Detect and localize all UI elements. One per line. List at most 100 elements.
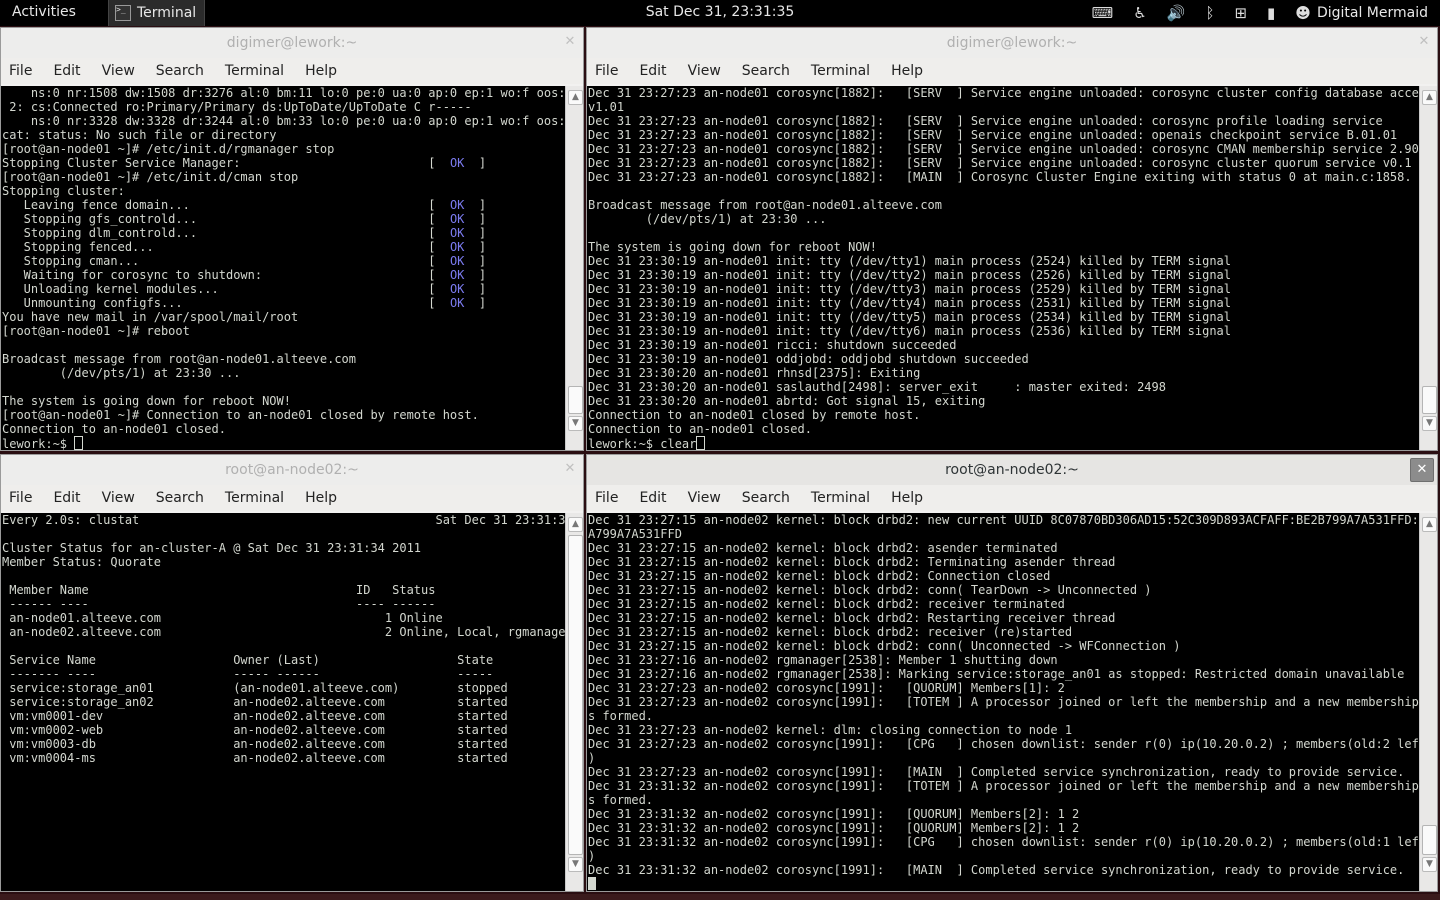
scroll-down-icon[interactable]: ▼ xyxy=(1422,857,1437,872)
keyboard-icon[interactable]: ⌨ xyxy=(1092,4,1114,22)
terminal-line: Member Status: Quorate xyxy=(2,555,161,569)
close-icon[interactable]: ✕ xyxy=(563,35,577,49)
window-title: root@an-node02:~ xyxy=(225,462,359,478)
terminal-line: vm:vm0004-ms an-node02.alteeve.com start… xyxy=(2,751,508,765)
scroll-thumb[interactable] xyxy=(1422,825,1437,855)
terminal-line: Stopping cman... [ OK ] xyxy=(2,254,487,268)
menu-edit[interactable]: Edit xyxy=(639,490,666,506)
terminal-output[interactable]: ns:0 nr:1508 dw:1508 dr:3276 al:0 bm:11 … xyxy=(1,86,565,450)
scroll-up-icon[interactable]: ▲ xyxy=(568,517,583,532)
network-icon[interactable]: ⊞ xyxy=(1234,4,1247,22)
terminal-line: Member Name ID Status xyxy=(2,583,436,597)
menu-view[interactable]: View xyxy=(688,63,721,79)
terminal-line: Dec 31 23:31:32 an-node02 corosync[1991]… xyxy=(588,863,1405,877)
scroll-down-icon[interactable]: ▼ xyxy=(568,857,583,872)
menu-file[interactable]: File xyxy=(595,490,618,506)
terminal-line: service:storage_an01 (an-node01.alteeve.… xyxy=(2,681,508,695)
menu-bar: File Edit View Search Terminal Help xyxy=(1,58,583,84)
terminal-line: [root@an-node01 ~]# /etc/init.d/rgmanage… xyxy=(2,142,335,156)
menu-search[interactable]: Search xyxy=(742,490,790,506)
terminal-line: vm:vm0002-web an-node02.alteeve.com star… xyxy=(2,723,508,737)
terminal-window-1[interactable]: digimer@lework:~ ✕ File Edit View Search… xyxy=(0,27,584,451)
menu-bar: File Edit View Search Terminal Help xyxy=(1,485,583,511)
menu-file[interactable]: File xyxy=(9,63,32,79)
terminal-line: (/dev/pts/1) at 23:30 ... xyxy=(2,366,241,380)
menu-terminal[interactable]: Terminal xyxy=(811,490,870,506)
text-cursor xyxy=(74,436,84,450)
terminal-output[interactable]: Dec 31 23:27:15 an-node02 kernel: block … xyxy=(587,513,1419,891)
menu-view[interactable]: View xyxy=(688,490,721,506)
menu-terminal[interactable]: Terminal xyxy=(225,490,284,506)
app-menu-button[interactable]: >_ Terminal xyxy=(108,0,206,26)
terminal-line: Dec 31 23:27:15 an-node02 kernel: block … xyxy=(588,583,1152,597)
menu-search[interactable]: Search xyxy=(156,63,204,79)
scrollbar[interactable]: ▲ ▼ xyxy=(1419,86,1437,450)
window-titlebar[interactable]: digimer@lework:~ ✕ xyxy=(1,28,583,58)
terminal-line: Stopping cluster: xyxy=(2,184,125,198)
close-icon[interactable]: ✕ xyxy=(1417,35,1431,49)
terminal-line: Waiting for corosync to shutdown: [ OK ] xyxy=(2,268,487,282)
scrollbar[interactable]: ▲ ▼ xyxy=(565,86,583,450)
terminal-window-2[interactable]: digimer@lework:~ ✕ File Edit View Search… xyxy=(586,27,1438,451)
terminal-line: ------ ---- ---- ------ xyxy=(2,597,436,611)
terminal-line: Dec 31 23:31:32 an-node02 corosync[1991]… xyxy=(588,835,1419,849)
menu-bar: File Edit View Search Terminal Help xyxy=(587,485,1437,511)
menu-file[interactable]: File xyxy=(9,490,32,506)
battery-icon[interactable]: ▮ xyxy=(1267,4,1275,22)
accessibility-icon[interactable]: ♿ xyxy=(1133,4,1146,22)
terminal-output[interactable]: Dec 31 23:27:23 an-node01 corosync[1882]… xyxy=(587,86,1419,450)
terminal-window-4[interactable]: root@an-node02:~ ✕ File Edit View Search… xyxy=(586,454,1438,892)
terminal-line: [root@an-node01 ~]# /etc/init.d/cman sto… xyxy=(2,170,299,184)
scroll-down-icon[interactable]: ▼ xyxy=(1422,416,1437,431)
menu-help[interactable]: Help xyxy=(305,63,337,79)
scrollbar[interactable]: ▲ ▼ xyxy=(1419,513,1437,891)
menu-help[interactable]: Help xyxy=(891,63,923,79)
scroll-thumb[interactable] xyxy=(568,386,583,414)
app-name: Terminal xyxy=(137,5,197,21)
menu-file[interactable]: File xyxy=(595,63,618,79)
window-titlebar[interactable]: root@an-node02:~ ✕ xyxy=(587,455,1437,485)
terminal-line: [root@an-node01 ~]# Connection to an-nod… xyxy=(2,408,479,422)
menu-bar: File Edit View Search Terminal Help xyxy=(587,58,1437,84)
window-titlebar[interactable]: digimer@lework:~ ✕ xyxy=(587,28,1437,58)
window-titlebar[interactable]: root@an-node02:~ ✕ xyxy=(1,455,583,485)
menu-edit[interactable]: Edit xyxy=(53,490,80,506)
menu-edit[interactable]: Edit xyxy=(53,63,80,79)
menu-edit[interactable]: Edit xyxy=(639,63,666,79)
terminal-output[interactable]: Every 2.0s: clustat Sat Dec 31 23:31:34 … xyxy=(1,513,565,891)
scroll-down-icon[interactable]: ▼ xyxy=(568,416,583,431)
scrollbar[interactable]: ▲ ▼ xyxy=(565,513,583,891)
window-title: root@an-node02:~ xyxy=(945,462,1079,478)
menu-help[interactable]: Help xyxy=(891,490,923,506)
menu-help[interactable]: Help xyxy=(305,490,337,506)
user-name: Digital Mermaid xyxy=(1316,5,1428,21)
user-menu[interactable]: ☻ Digital Mermaid xyxy=(1295,4,1428,22)
terminal-line: cat: status: No such file or directory xyxy=(2,128,277,142)
menu-terminal[interactable]: Terminal xyxy=(811,63,870,79)
terminal-line: A799A7A531FFD xyxy=(588,527,682,541)
menu-search[interactable]: Search xyxy=(156,490,204,506)
bluetooth-icon[interactable]: ᛒ xyxy=(1205,4,1214,22)
scroll-up-icon[interactable]: ▲ xyxy=(568,90,583,105)
scroll-up-icon[interactable]: ▲ xyxy=(1422,90,1437,105)
scroll-up-icon[interactable]: ▲ xyxy=(1422,517,1437,532)
menu-terminal[interactable]: Terminal xyxy=(225,63,284,79)
scroll-thumb[interactable] xyxy=(1422,386,1437,414)
menu-view[interactable]: View xyxy=(102,490,135,506)
scroll-thumb[interactable] xyxy=(568,535,583,855)
terminal-line: s formed. xyxy=(588,709,654,723)
terminal-line: Dec 31 23:27:23 an-node01 corosync[1882]… xyxy=(588,128,1398,142)
terminal-line: Dec 31 23:27:23 an-node01 corosync[1882]… xyxy=(588,142,1419,156)
menu-view[interactable]: View xyxy=(102,63,135,79)
volume-icon[interactable]: 🔊 xyxy=(1167,4,1186,22)
terminal-window-3[interactable]: root@an-node02:~ ✕ File Edit View Search… xyxy=(0,454,584,892)
terminal-line: The system is going down for reboot NOW! xyxy=(2,394,291,408)
menu-search[interactable]: Search xyxy=(742,63,790,79)
close-icon[interactable]: ✕ xyxy=(1410,458,1434,482)
activities-button[interactable]: Activities xyxy=(12,4,76,20)
close-icon[interactable]: ✕ xyxy=(563,462,577,476)
terminal-line: Dec 31 23:27:16 an-node02 rgmanager[2538… xyxy=(588,653,1058,667)
